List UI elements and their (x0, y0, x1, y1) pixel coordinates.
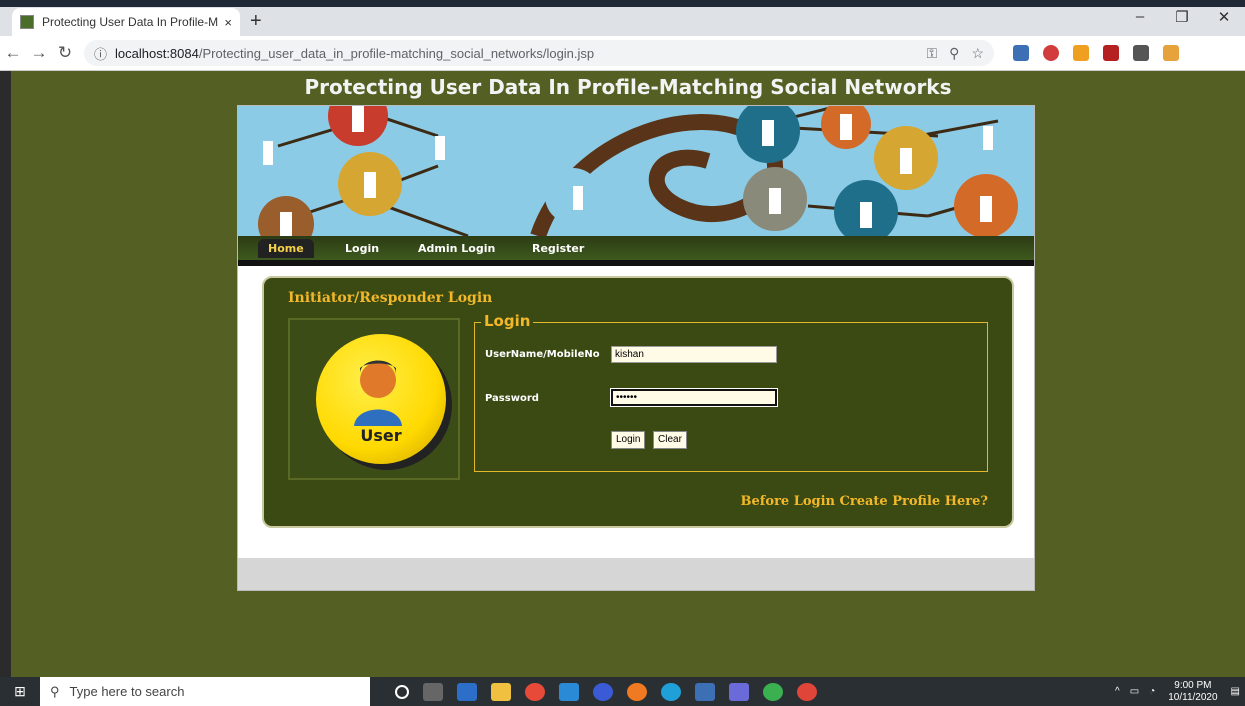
login-button[interactable]: Login (611, 431, 646, 449)
url-host: localhost:8084 (115, 45, 199, 61)
avatar-label: User (360, 426, 402, 445)
adblock-icon[interactable] (1043, 45, 1059, 61)
window-controls: – ❐ ✕ (1119, 8, 1245, 26)
page-body: Protecting User Data In Profile-Matching… (11, 71, 1245, 677)
username-input[interactable] (611, 346, 777, 363)
extension-search-icon[interactable] (1073, 45, 1089, 61)
back-icon[interactable]: ← (0, 43, 26, 63)
restore-button[interactable]: ❐ (1161, 8, 1203, 26)
nav-register[interactable]: Register (532, 242, 584, 255)
taskbar-search[interactable]: ⚲ Type here to search (40, 677, 370, 706)
create-profile-link[interactable]: Before Login Create Profile Here? (741, 494, 988, 509)
url-path: /Protecting_user_data_in_profile-matchin… (198, 45, 595, 61)
extensions (1006, 45, 1186, 61)
app-icon-3[interactable] (797, 682, 817, 701)
pdf-icon[interactable] (1103, 45, 1119, 61)
puzzle-icon[interactable] (1133, 45, 1149, 61)
task-view-icon[interactable] (423, 682, 443, 701)
network-banner (238, 106, 1034, 236)
chrome-icon[interactable] (525, 682, 545, 701)
nav-admin-login[interactable]: Admin Login (418, 242, 495, 255)
screen: Protecting User Data In Profile-M × + – … (0, 0, 1245, 706)
clock-date: 10/11/2020 (1168, 691, 1218, 703)
tab-strip: Protecting User Data In Profile-M × + – … (0, 0, 1245, 36)
star-icon[interactable]: ☆ (971, 45, 984, 62)
cortana-icon[interactable] (395, 684, 409, 699)
nav-home[interactable]: Home (258, 239, 314, 258)
forward-icon[interactable]: → (26, 43, 52, 63)
file-explorer-icon[interactable] (491, 682, 511, 701)
extension-cube-icon[interactable] (1013, 45, 1029, 61)
site-title: Protecting User Data In Profile-Matching… (304, 75, 952, 99)
system-tray: ^ ▭ ◔ 9:00 PM 10/11/2020 ▤ (1110, 680, 1245, 704)
taskbar-apps (388, 682, 824, 701)
app-icon-2[interactable] (763, 682, 783, 701)
password-label: Password (485, 393, 539, 404)
avatar-box: User (288, 318, 460, 480)
content-frame: Home Login Admin Login Register Initiato… (237, 105, 1035, 591)
zoom-icon[interactable]: ⚲ (949, 45, 959, 62)
start-icon[interactable]: ⊞ (0, 683, 40, 700)
user-badge-icon: User (316, 334, 446, 464)
banner-illustration (258, 106, 1018, 236)
login-fieldset: Login UserName/MobileNo Password Login C… (474, 312, 988, 472)
download-icon[interactable] (1163, 45, 1179, 61)
address-toolbar: ← → ↻ ⓘ localhost:8084 /Protecting_user_… (0, 36, 1245, 71)
login-panel: Initiator/Responder Login User Login Use… (262, 276, 1014, 528)
key-icon[interactable]: ⚿ (927, 45, 938, 62)
app-icon-1[interactable] (593, 682, 613, 701)
taskbar-top-strip (0, 0, 1245, 7)
password-input[interactable] (611, 389, 777, 406)
search-icon: ⚲ (50, 683, 60, 699)
battery-icon[interactable]: ▭ (1130, 686, 1139, 697)
store-icon[interactable] (457, 682, 477, 701)
clock-time: 9:00 PM (1174, 679, 1212, 691)
main-nav: Home Login Admin Login Register (238, 236, 1034, 266)
tab-title: Protecting User Data In Profile-M (42, 15, 219, 29)
browser-tab[interactable]: Protecting User Data In Profile-M × (12, 8, 240, 36)
url-field[interactable]: ⓘ localhost:8084 /Protecting_user_data_i… (84, 40, 994, 66)
reload-icon[interactable]: ↻ (52, 43, 78, 63)
favicon-icon (20, 15, 34, 29)
fieldset-legend: Login (481, 312, 534, 330)
panel-heading: Initiator/Responder Login (288, 290, 493, 306)
wifi-icon[interactable]: ◔ (1149, 686, 1155, 697)
notifications-icon[interactable]: ▤ (1231, 686, 1240, 697)
footer-bar (238, 558, 1034, 590)
eclipse-icon[interactable] (729, 682, 749, 701)
edge-icon[interactable] (661, 682, 681, 701)
tab-close-icon[interactable]: × (224, 15, 232, 30)
mail-icon[interactable] (559, 682, 579, 701)
virtualbox-icon[interactable] (695, 682, 715, 701)
site-info-icon[interactable]: ⓘ (94, 44, 107, 63)
clear-button[interactable]: Clear (653, 431, 687, 449)
clock[interactable]: 9:00 PM 10/11/2020 (1168, 680, 1217, 704)
username-label: UserName/MobileNo (485, 349, 600, 360)
windows-taskbar: ⊞ ⚲ Type here to search ^ ▭ ◔ 9:00 PM 10… (0, 677, 1245, 706)
close-window-button[interactable]: ✕ (1203, 8, 1245, 26)
search-placeholder: Type here to search (69, 684, 185, 699)
firefox-icon[interactable] (627, 682, 647, 701)
chevron-up-icon[interactable]: ^ (1115, 686, 1120, 697)
minimize-button[interactable]: – (1119, 8, 1161, 26)
new-tab-button[interactable]: + (250, 10, 262, 33)
nav-login[interactable]: Login (345, 242, 379, 255)
